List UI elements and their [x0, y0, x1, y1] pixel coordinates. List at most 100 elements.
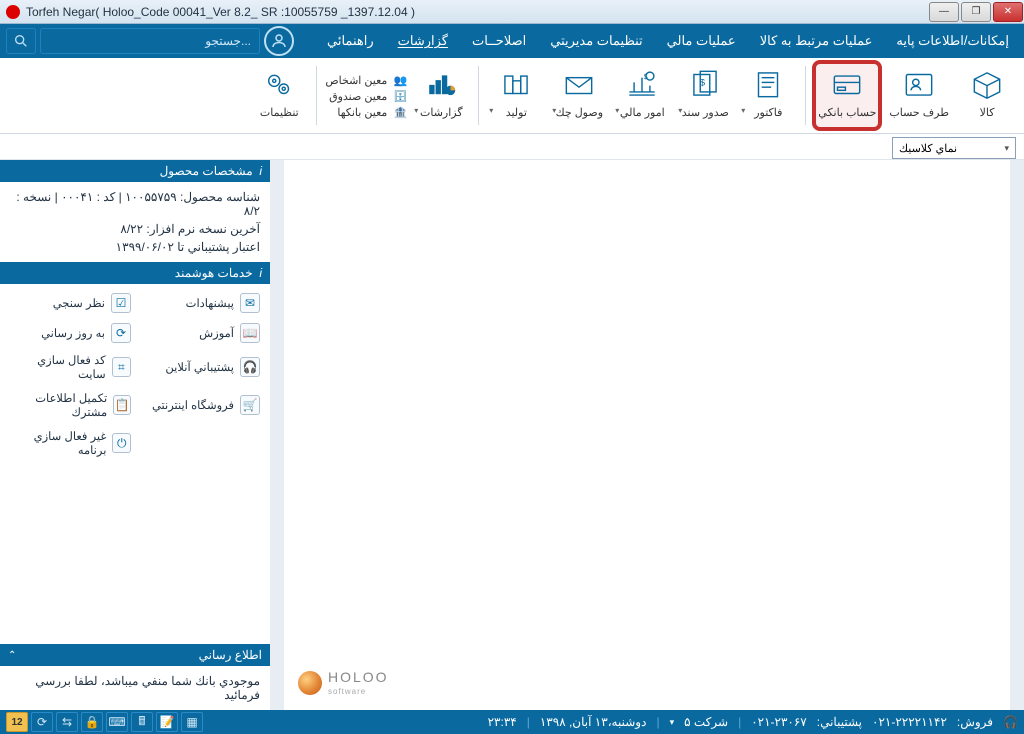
menu-base-info[interactable]: إمكانات/اطلاعات پايه: [887, 29, 1018, 53]
refresh-icon: ⟳: [111, 323, 131, 343]
people-icon: 👥: [391, 74, 407, 88]
services-panel-header[interactable]: i خدمات هوشمند: [0, 262, 270, 284]
user-avatar[interactable]: [264, 26, 294, 56]
menu-corrections[interactable]: اصلاحــات: [463, 29, 535, 53]
svc-update[interactable]: ⟳به روز رساني: [10, 320, 131, 346]
ribbon-production[interactable]: ▾ توليد: [487, 62, 545, 129]
check-icon: ☑: [111, 293, 131, 313]
notice-text: موجودي بانك شما منفي ميباشد، لطفا بررسي …: [10, 674, 260, 702]
menu-goods-ops[interactable]: عمليات مرتبط به كالا: [751, 29, 882, 53]
svc-training[interactable]: 📖آموزش: [139, 320, 260, 346]
status-tool-calc[interactable]: 🖩: [131, 712, 153, 732]
status-sales-label: فروش:: [957, 715, 993, 729]
workspace: HOLOO software: [270, 160, 1024, 710]
product-id-line: شناسه محصول: ۱۰۰۵۵۷۵۹ | كد : ۰۰۰۴۱ | نسخ…: [10, 188, 260, 220]
minimize-button[interactable]: —: [929, 2, 959, 22]
ribbon-finance[interactable]: $ ▾ امور مالي: [613, 62, 671, 129]
close-button[interactable]: ✕: [993, 2, 1023, 22]
moein-banks[interactable]: 🏦معين بانكها: [325, 106, 407, 120]
book-icon: 📖: [240, 323, 260, 343]
status-time: ۲۳:۳۴: [488, 715, 517, 729]
notice-panel-body: موجودي بانك شما منفي ميباشد، لطفا بررسي …: [0, 666, 270, 710]
svg-text:$: $: [700, 78, 706, 89]
headset-icon: 🎧: [240, 357, 260, 377]
product-panel-body: شناسه محصول: ۱۰۰۵۵۷۵۹ | كد : ۰۰۰۴۱ | نسخ…: [0, 182, 270, 262]
menu-help[interactable]: راهنمائي: [318, 29, 383, 53]
chevron-down-icon: ▾: [615, 106, 619, 115]
bank-icon: 🏦: [391, 106, 407, 120]
moein-fund[interactable]: 🗄معين صندوق: [325, 90, 407, 104]
chevron-down-icon: ▾: [552, 106, 556, 115]
menu-mgmt-settings[interactable]: تنظيمات مديريتي: [541, 29, 651, 53]
svc-shop[interactable]: 🛒فروشگاه اينترنتي: [139, 388, 260, 422]
ribbon-invoice[interactable]: ▾ فاكتور: [739, 62, 797, 129]
mail-icon: ✉: [240, 293, 260, 313]
status-tool-keyboard[interactable]: ⌨: [106, 712, 128, 732]
invoice-icon: [747, 64, 789, 104]
chart-icon: [420, 64, 462, 104]
status-tool-lock[interactable]: 🔒: [81, 712, 103, 732]
status-company[interactable]: شركت ۵: [684, 715, 728, 729]
ribbon-goods[interactable]: كالا: [958, 62, 1016, 129]
envelope-icon: [558, 64, 600, 104]
svc-survey[interactable]: ☑نظر سنجي: [10, 290, 131, 316]
status-tool-note[interactable]: 📝: [156, 712, 178, 732]
status-tool-share[interactable]: ⇆: [56, 712, 78, 732]
ribbon-bank-account[interactable]: حساب بانكي: [814, 62, 880, 129]
moein-people[interactable]: 👥معين اشخاص: [325, 74, 407, 88]
svc-suggestions[interactable]: ✉پيشنهادات: [139, 290, 260, 316]
svc-online-support[interactable]: 🎧پشتيباني آنلاين: [139, 350, 260, 384]
collapse-icon[interactable]: ⌃: [8, 650, 16, 661]
form-icon: 📋: [113, 395, 131, 415]
titlebar: Torfeh Negar( Holoo_Code 00041_Ver 8.2_ …: [0, 0, 1024, 24]
svc-deactivate[interactable]: ⏻غير فعال سازي برنامه: [10, 426, 131, 460]
product-panel-header[interactable]: i مشخصات محصول: [0, 160, 270, 182]
maximize-button[interactable]: ❐: [961, 2, 991, 22]
menu-reports[interactable]: گزارشات: [389, 29, 457, 53]
status-tool-refresh[interactable]: ⟳: [31, 712, 53, 732]
menu-finance-ops[interactable]: عمليات مالي: [658, 29, 745, 53]
chevron-down-icon: ▾: [489, 106, 493, 115]
chevron-down-icon: ▾: [741, 106, 745, 115]
status-sales-phone: ۰۲۱-۲۲۲۲۱۱۴۲: [872, 715, 947, 729]
search-input[interactable]: [40, 28, 260, 54]
notice-panel-header[interactable]: اطلاع رساني ⌃: [0, 644, 270, 666]
chevron-down-icon: ▾: [414, 106, 418, 115]
ribbon-settings[interactable]: تنظيمات: [250, 62, 308, 129]
status-tool-grid[interactable]: ▦: [181, 712, 203, 732]
document-icon: $: [684, 64, 726, 104]
money-icon: $: [621, 64, 663, 104]
peach-icon: [298, 671, 322, 695]
window-title: Torfeh Negar( Holoo_Code 00041_Ver 8.2_ …: [26, 5, 415, 19]
ribbon-account-party[interactable]: طرف حساب: [885, 62, 953, 129]
side-panel: i مشخصات محصول شناسه محصول: ۱۰۰۵۵۷۵۹ | ك…: [0, 160, 270, 710]
view-selector[interactable]: ▾ نماي كلاسيك: [892, 137, 1016, 159]
svg-text:$: $: [644, 73, 648, 81]
status-support-label: پشتيباني:: [817, 715, 862, 729]
status-support-phone: ۰۲۱-۲۳۰۶۷: [751, 715, 807, 729]
ribbon-issue-doc[interactable]: $ ▾ صدور سند: [676, 62, 734, 129]
product-support-line: اعتبار پشتيباني تا ۱۳۹۹/۰۶/۰۲: [10, 238, 260, 256]
box-icon: [966, 64, 1008, 104]
status-calendar-button[interactable]: 12: [6, 712, 28, 732]
bank-card-icon: [826, 64, 868, 104]
menubar: إمكانات/اطلاعات پايه عمليات مرتبط به كال…: [0, 24, 1024, 58]
services-panel-body: ✉پيشنهادات ☑نظر سنجي 📖آموزش ⟳به روز رسان…: [0, 284, 270, 466]
statusbar: 🎧 فروش: ۰۲۱-۲۲۲۲۱۱۴۲ پشتيباني: ۰۲۱-۲۳۰۶۷…: [0, 710, 1024, 734]
ribbon-reports[interactable]: ▾ گزارشات: [412, 62, 470, 129]
ribbon-moein-group: 👥معين اشخاص 🗄معين صندوق 🏦معين بانكها: [325, 62, 407, 129]
key-icon: ⌗: [112, 357, 131, 377]
svc-activation[interactable]: ⌗كد فعال سازي سايت: [10, 350, 131, 384]
status-date: دوشنبه،۱۳ آبان, ۱۳۹۸: [540, 715, 647, 729]
holoo-logo: HOLOO software: [298, 669, 389, 696]
safe-icon: 🗄: [391, 90, 407, 104]
power-icon: ⏻: [112, 433, 131, 453]
product-version-line: آخرين نسخه نرم افزار: ۸/۲۲: [10, 220, 260, 238]
ribbon-toolbar: كالا طرف حساب حساب بانكي ▾ فاكتور $ ▾ صد…: [0, 58, 1024, 134]
cart-icon: 🛒: [240, 395, 260, 415]
app-icon: [6, 5, 20, 19]
ribbon-cheque[interactable]: ▾ وصول چك: [550, 62, 608, 129]
search-button[interactable]: [6, 28, 36, 54]
svc-complete-info[interactable]: 📋تكميل اطلاعات مشترك: [10, 388, 131, 422]
person-card-icon: [898, 64, 940, 104]
